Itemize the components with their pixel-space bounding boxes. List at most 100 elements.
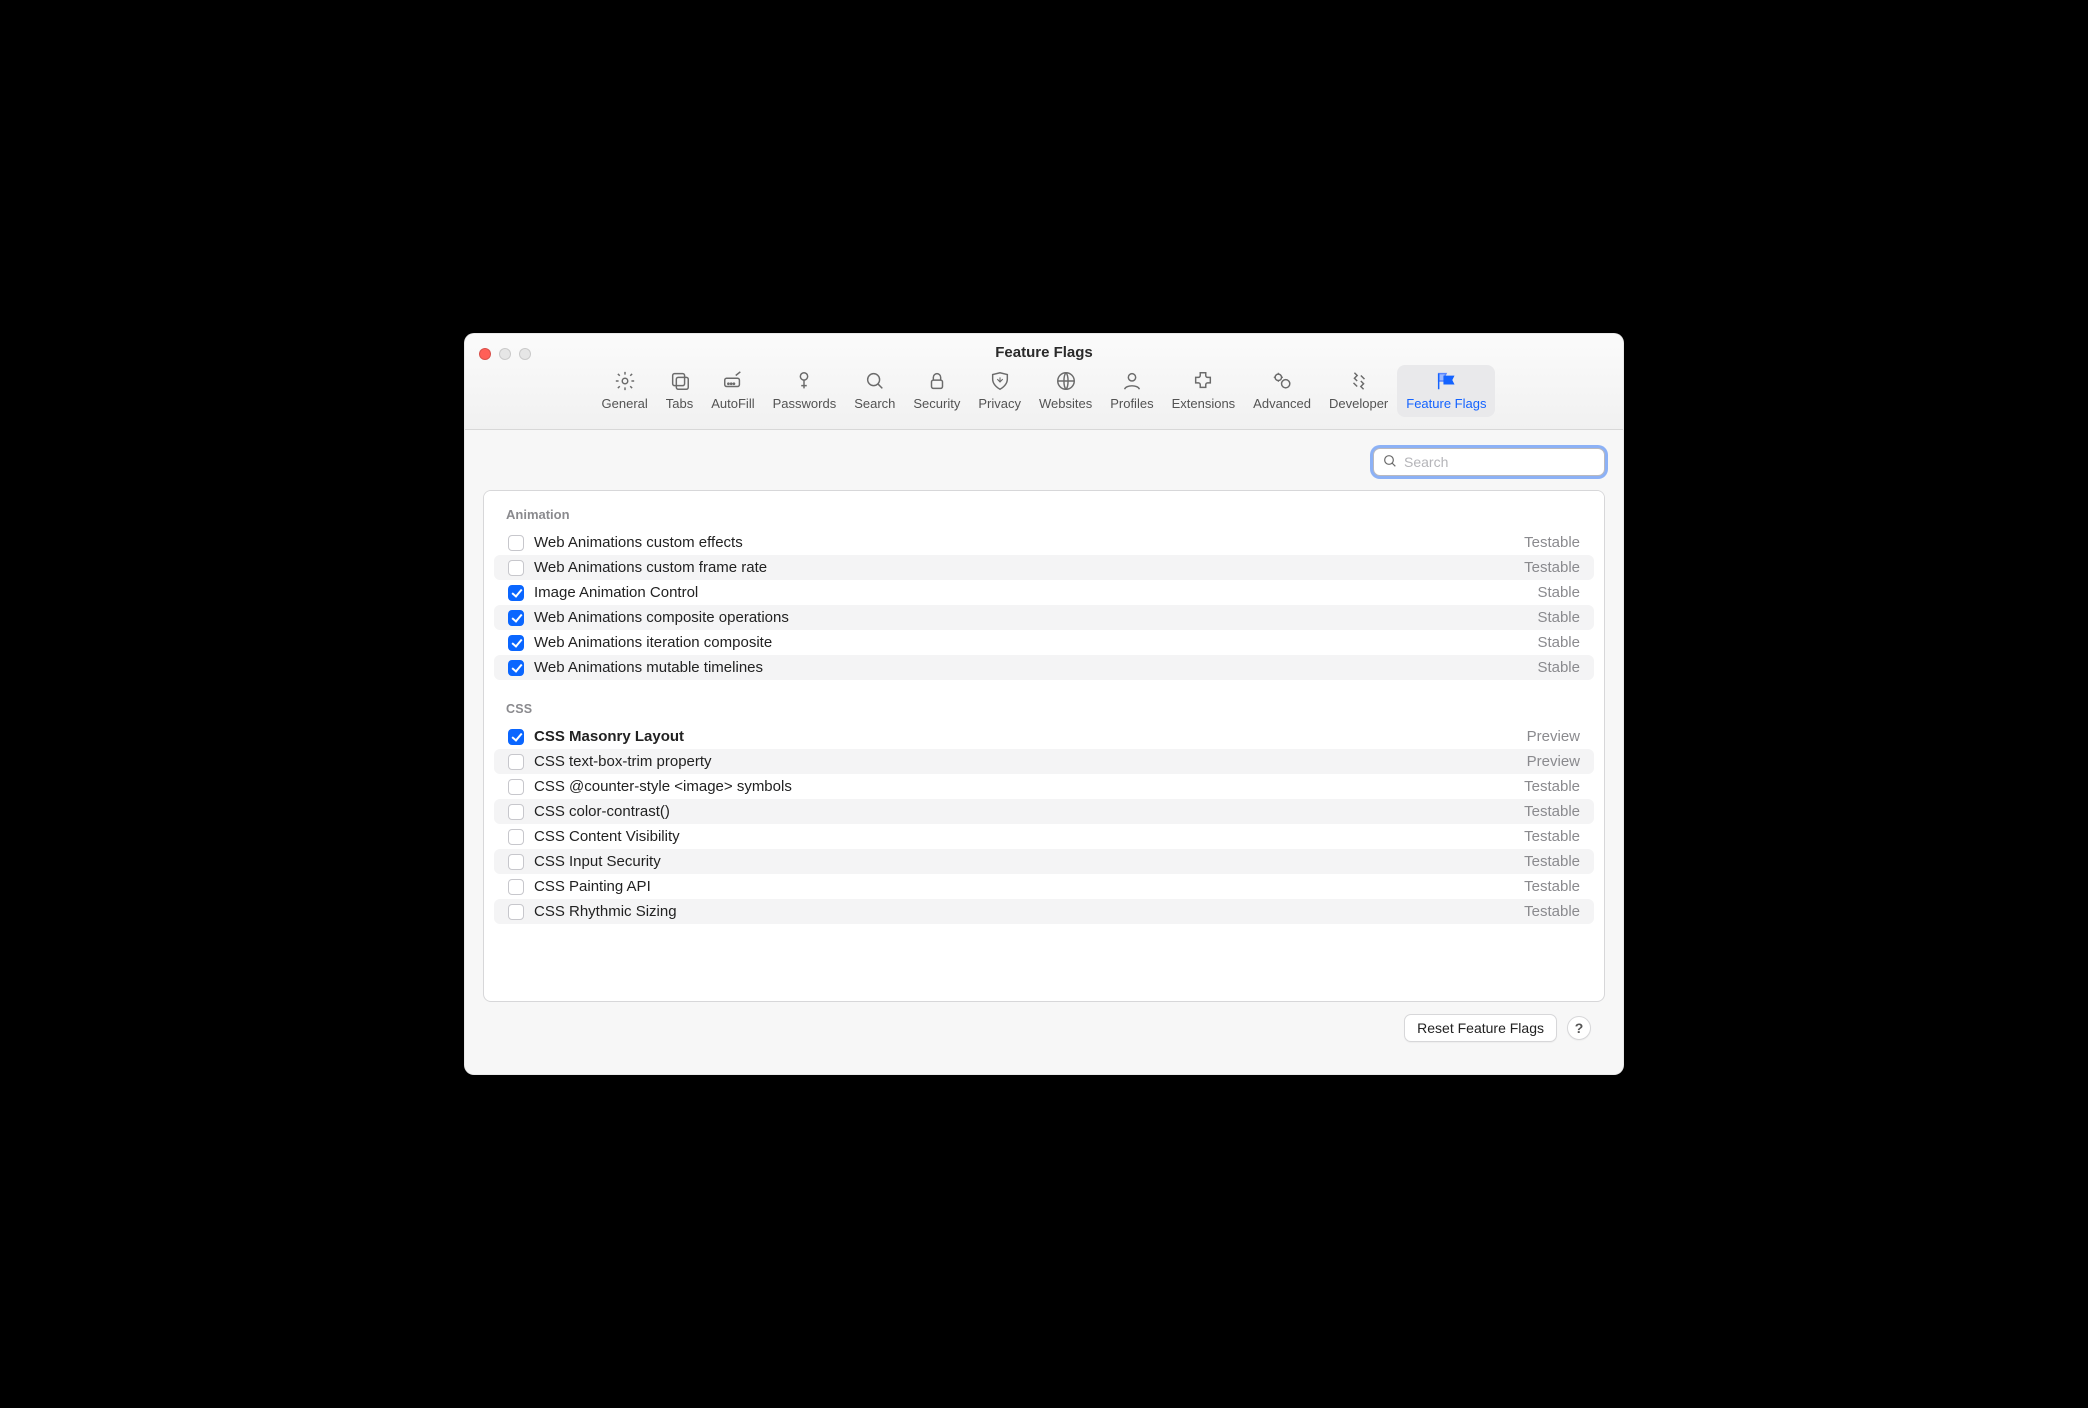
feature-flag-status: Testable xyxy=(1524,559,1580,576)
feature-flag-checkbox[interactable] xyxy=(508,585,524,601)
toolbar-tab-label: Profiles xyxy=(1110,396,1153,411)
feature-flag-status: Testable xyxy=(1524,803,1580,820)
feature-flag-row[interactable]: Web Animations mutable timelines Stable xyxy=(494,655,1594,680)
feature-flag-checkbox[interactable] xyxy=(508,635,524,651)
feature-flag-checkbox[interactable] xyxy=(508,610,524,626)
feature-flag-status: Stable xyxy=(1537,584,1580,601)
toolbar-tab-feature-flags[interactable]: Feature Flags xyxy=(1397,365,1495,417)
passwords-icon xyxy=(792,369,816,393)
feature-flag-row[interactable]: Web Animations composite operations Stabl… xyxy=(494,605,1594,630)
feature-flag-status: Stable xyxy=(1537,609,1580,626)
feature-flags-list[interactable]: Animation Web Animations custom effects Te… xyxy=(483,490,1605,1002)
feature-flag-checkbox[interactable] xyxy=(508,729,524,745)
group-header: Animation xyxy=(484,491,1604,530)
general-icon xyxy=(613,369,637,393)
feature-flag-checkbox[interactable] xyxy=(508,804,524,820)
feature-flag-checkbox[interactable] xyxy=(508,904,524,920)
feature-flag-row[interactable]: CSS Painting APITestable xyxy=(494,874,1594,899)
search-row xyxy=(483,448,1605,476)
toolbar-tab-search[interactable]: Search xyxy=(845,365,904,417)
toolbar-tab-advanced[interactable]: Advanced xyxy=(1244,365,1320,417)
search-icon xyxy=(1382,453,1398,472)
feature-flag-checkbox[interactable] xyxy=(508,879,524,895)
toolbar-tab-developer[interactable]: Developer xyxy=(1320,365,1397,417)
feature-flag-checkbox[interactable] xyxy=(508,560,524,576)
toolbar-tab-label: Tabs xyxy=(666,396,693,411)
close-window-button[interactable] xyxy=(479,348,491,360)
feature-flag-label: Web Animations composite operations xyxy=(534,609,1527,626)
feature-flags-icon xyxy=(1434,369,1458,393)
feature-flag-checkbox[interactable] xyxy=(508,829,524,845)
feature-flag-checkbox[interactable] xyxy=(508,779,524,795)
feature-flag-checkbox[interactable] xyxy=(508,660,524,676)
extensions-icon xyxy=(1191,369,1215,393)
toolbar-tab-privacy[interactable]: Privacy xyxy=(969,365,1030,417)
security-icon xyxy=(925,369,949,393)
feature-flag-row[interactable]: Web Animations custom frame rate Testable xyxy=(494,555,1594,580)
help-button[interactable]: ? xyxy=(1567,1016,1591,1040)
titlebar: Feature Flags General Tabs AutoFill Passwor… xyxy=(465,334,1623,430)
reset-feature-flags-button[interactable]: Reset Feature Flags xyxy=(1404,1014,1557,1042)
feature-flag-status: Stable xyxy=(1537,659,1580,676)
toolbar-tab-autofill[interactable]: AutoFill xyxy=(702,365,763,417)
search-field[interactable] xyxy=(1373,448,1605,476)
content-area: Animation Web Animations custom effects Te… xyxy=(465,430,1623,1074)
feature-flag-status: Stable xyxy=(1537,634,1580,651)
toolbar-tab-extensions[interactable]: Extensions xyxy=(1163,365,1245,417)
tabs-icon xyxy=(668,369,692,393)
feature-flag-label: Web Animations custom effects xyxy=(534,534,1514,551)
toolbar-tab-security[interactable]: Security xyxy=(904,365,969,417)
feature-flag-row[interactable]: CSS color-contrast()Testable xyxy=(494,799,1594,824)
feature-flag-label: CSS Input Security xyxy=(534,853,1514,870)
feature-flag-label: Web Animations custom frame rate xyxy=(534,559,1514,576)
feature-flag-checkbox[interactable] xyxy=(508,535,524,551)
developer-icon xyxy=(1347,369,1371,393)
feature-flag-label: Web Animations mutable timelines xyxy=(534,659,1527,676)
feature-flag-status: Preview xyxy=(1527,753,1580,770)
toolbar-tab-profiles[interactable]: Profiles xyxy=(1101,365,1162,417)
feature-flag-label: CSS Content Visibility xyxy=(534,828,1514,845)
feature-flag-row[interactable]: CSS Input Security Testable xyxy=(494,849,1594,874)
feature-flag-status: Preview xyxy=(1527,728,1580,745)
feature-flag-row[interactable]: CSS Rhythmic SizingTestable xyxy=(494,899,1594,924)
toolbar-tab-tabs[interactable]: Tabs xyxy=(657,365,702,417)
websites-icon xyxy=(1054,369,1078,393)
preferences-toolbar: General Tabs AutoFill PasswordsSearch Securi… xyxy=(465,365,1623,417)
toolbar-tab-label: General xyxy=(602,396,648,411)
search-input[interactable] xyxy=(1404,454,1596,470)
feature-flag-row[interactable]: CSS Content Visibility Testable xyxy=(494,824,1594,849)
toolbar-tab-label: Feature Flags xyxy=(1406,396,1486,411)
feature-flag-status: Testable xyxy=(1524,853,1580,870)
feature-flag-row[interactable]: CSS @counter-style <image> symbols Testab… xyxy=(494,774,1594,799)
feature-flag-row[interactable]: Image Animation ControlStable xyxy=(494,580,1594,605)
feature-flag-checkbox[interactable] xyxy=(508,854,524,870)
feature-flag-label: CSS text-box-trim property xyxy=(534,753,1517,770)
feature-flag-label: CSS @counter-style <image> symbols xyxy=(534,778,1514,795)
feature-flag-status: Testable xyxy=(1524,903,1580,920)
toolbar-tab-label: Extensions xyxy=(1172,396,1236,411)
feature-flag-label: CSS Masonry Layout xyxy=(534,728,1517,745)
profiles-icon xyxy=(1120,369,1144,393)
toolbar-tab-label: Websites xyxy=(1039,396,1092,411)
feature-flag-row[interactable]: CSS text-box-trim property Preview xyxy=(494,749,1594,774)
window-title: Feature Flags xyxy=(465,334,1623,361)
feature-flag-row[interactable]: Web Animations iteration compositeStable xyxy=(494,630,1594,655)
toolbar-tab-websites[interactable]: Websites xyxy=(1030,365,1101,417)
toolbar-tab-label: Security xyxy=(913,396,960,411)
minimize-window-button[interactable] xyxy=(499,348,511,360)
feature-flag-row[interactable]: CSS Masonry Layout Preview xyxy=(494,724,1594,749)
feature-flag-status: Testable xyxy=(1524,534,1580,551)
toolbar-tab-general[interactable]: General xyxy=(593,365,657,417)
feature-flag-checkbox[interactable] xyxy=(508,754,524,770)
advanced-icon xyxy=(1270,369,1294,393)
toolbar-tab-passwords[interactable]: Passwords xyxy=(764,365,846,417)
zoom-window-button[interactable] xyxy=(519,348,531,360)
window-controls xyxy=(479,348,531,360)
feature-flag-status: Testable xyxy=(1524,778,1580,795)
autofill-icon xyxy=(721,369,745,393)
feature-flag-row[interactable]: Web Animations custom effects Testable xyxy=(494,530,1594,555)
toolbar-tab-label: AutoFill xyxy=(711,396,754,411)
group-header: CSS xyxy=(484,686,1604,724)
preferences-window: Feature Flags General Tabs AutoFill Passwor… xyxy=(464,333,1624,1075)
feature-flag-status: Testable xyxy=(1524,828,1580,845)
